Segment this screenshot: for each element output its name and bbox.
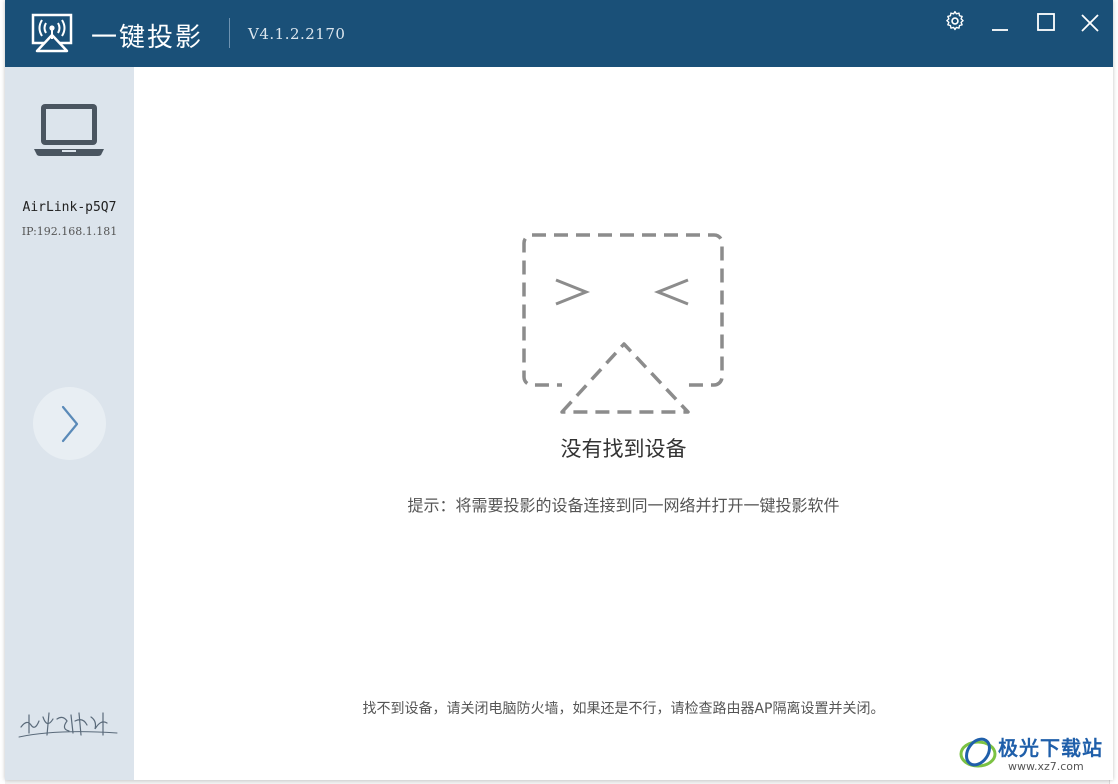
watermark: 极光下载站 www.xz7.com: [958, 730, 1113, 780]
app-version: V4.1.2.2170: [248, 25, 346, 43]
chevron-right-icon: [61, 405, 79, 443]
watermark-url: www.xz7.com: [1008, 760, 1084, 773]
device-item[interactable]: AirLink-p5Q7 IP:192.168.1.181: [5, 95, 134, 238]
maximize-icon: [1037, 13, 1055, 31]
troubleshoot-hint: 找不到设备，请关闭电脑防火墙，如果还是不行，请检查路由器AP隔离设置并关闭。: [362, 701, 885, 717]
watermark-title: 极光下载站: [998, 736, 1103, 760]
sidebar: AirLink-p5Q7 IP:192.168.1.181: [5, 67, 134, 780]
minimize-icon: [992, 29, 1008, 31]
gear-icon: [946, 10, 964, 31]
device-ip: IP:192.168.1.181: [21, 225, 118, 238]
watermark-logo-icon: [959, 737, 997, 768]
no-device-screen-icon: [522, 233, 724, 414]
maximize-button[interactable]: [1030, 10, 1062, 38]
title-bar[interactable]: 一键投影 V4.1.2.2170: [5, 0, 1113, 67]
laptop-icon: [34, 104, 104, 156]
empty-state-hint: 提示：将需要投影的设备连接到同一网络并打开一键投影软件: [407, 496, 840, 515]
app-window: 一键投影 V4.1.2.2170 AirLink-p5Q7 IP:192.168…: [5, 0, 1113, 780]
close-icon: [1081, 14, 1099, 32]
app-title: 一键投影: [91, 23, 204, 53]
device-name: AirLink-p5Q7: [22, 200, 117, 215]
empty-state-title: 没有找到设备: [560, 437, 687, 461]
close-button[interactable]: [1074, 10, 1106, 38]
slogan-logo: [18, 712, 118, 738]
app-logo-icon: [31, 13, 73, 53]
settings-button[interactable]: [939, 10, 971, 38]
title-divider: [229, 18, 230, 48]
next-button[interactable]: [33, 387, 106, 460]
main-panel: 没有找到设备 提示：将需要投影的设备连接到同一网络并打开一键投影软件 找不到设备…: [134, 67, 1113, 780]
minimize-button[interactable]: [984, 10, 1016, 38]
